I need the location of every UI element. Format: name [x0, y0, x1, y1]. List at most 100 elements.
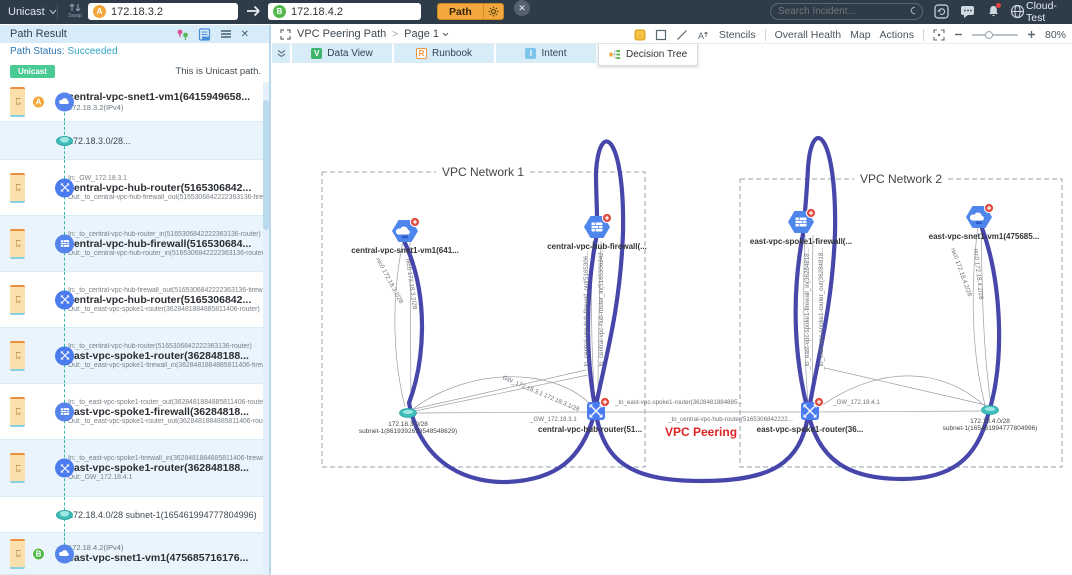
list-item[interactable]: L3 In:_to_central-vpc-hub-router_in(5165…: [0, 216, 269, 272]
hop-name: east-vpc-spoke1-router(362848188...: [68, 349, 249, 362]
log-icon[interactable]: [198, 27, 211, 41]
topology-canvas[interactable]: VPC Network 1 VPC Network 2 nic0 172.18.…: [272, 63, 1072, 575]
vpc1-title: VPC Network 1: [442, 165, 524, 179]
panel-scrollbar[interactable]: [263, 82, 269, 575]
layer-tag: L3: [10, 453, 25, 483]
page-selector[interactable]: Page 1: [404, 28, 449, 40]
app-window: Unicast Swap A B Path: [0, 0, 1072, 575]
layer-tag: L3: [10, 172, 25, 203]
svg-text:nic0 172.18.4.2/28: nic0 172.18.4.2/28: [949, 247, 973, 298]
path-status: Path Status: Succeeded: [0, 43, 269, 60]
chevron-down-icon: [442, 32, 449, 36]
path-result-panel: Path Result ✕ Path Status: Succeeded Uni…: [0, 25, 271, 575]
list-item[interactable]: L3 In:_to_east-vpc-spoke1-firewall_in(36…: [0, 440, 269, 497]
alert-plus-badge: [805, 207, 817, 219]
layer-tag: L3: [10, 340, 25, 371]
view-tabs: V Data View R Runbook I Intent Decision …: [272, 44, 1072, 66]
menu-icon[interactable]: [220, 29, 232, 39]
panel-title: Path Result: [10, 28, 67, 40]
stencils-button[interactable]: Stencils: [719, 29, 756, 41]
svg-text:_to_central-vpc-hub-router(516: _to_central-vpc-hub-router(5165306842222…: [667, 416, 793, 423]
router-icon: [55, 458, 74, 478]
breadcrumb[interactable]: VPC Peering Path: [297, 28, 386, 40]
list-item[interactable]: 172.18.4.0/28 subnet-1(16546199477780499…: [0, 497, 269, 533]
account-menu[interactable]: Cloud-Test: [1026, 0, 1072, 24]
alert-plus-badge: [983, 202, 995, 214]
search-icon[interactable]: [910, 6, 915, 17]
source-ip-input[interactable]: [111, 5, 221, 18]
actions-button[interactable]: Actions: [880, 29, 914, 41]
hop-name: central-vpc-hub-router(5165306842...: [68, 181, 252, 194]
note-tool-icon[interactable]: [634, 29, 646, 41]
tab-data-view[interactable]: V Data View: [292, 44, 392, 63]
endpoint-a-badge: A: [93, 5, 106, 18]
zoom-slider[interactable]: [971, 30, 1018, 39]
node-central-firewall[interactable]: central-vpc-hub-firewall(...: [547, 212, 647, 251]
layer-tag: L3: [10, 538, 25, 569]
zoom-level: 80%: [1044, 28, 1066, 41]
zoom-slider-knob[interactable]: [984, 30, 993, 39]
map-area: VPC Peering Path > Page 1 A Stencils Ove…: [272, 25, 1072, 575]
hop-name: 172.18.4.0/28 subnet-1(16546199477780499…: [68, 509, 257, 520]
toolbar-divider: [922, 28, 924, 41]
vpc2-title: VPC Network 2: [860, 172, 942, 186]
endpoint-a-badge: A: [32, 95, 45, 108]
collapse-tabs-button[interactable]: [272, 44, 290, 63]
toolbar-divider: [764, 28, 766, 41]
search-input[interactable]: [778, 6, 910, 17]
globe-icon[interactable]: [1010, 4, 1026, 20]
runbook-icon: R: [415, 48, 427, 59]
text-tool-icon[interactable]: A: [697, 29, 710, 41]
zoom-out-button[interactable]: [954, 30, 963, 39]
list-item[interactable]: L3 In:_to_east-vpc-spoke1-router_out(362…: [0, 384, 269, 440]
router-icon: [55, 346, 74, 365]
shape-tool-icon[interactable]: [655, 29, 667, 41]
incident-search: [770, 3, 923, 20]
hop-name: east-vpc-snet1-vm1(475685716176...: [68, 552, 249, 564]
refresh-icon[interactable]: [934, 4, 950, 20]
map-menu-button[interactable]: Map: [850, 29, 870, 41]
expand-icon[interactable]: [280, 28, 291, 40]
list-item[interactable]: L3 In:_GW_172.18.3.1 central-vpc-hub-rou…: [0, 160, 269, 216]
bell-icon[interactable]: [986, 3, 1002, 20]
close-path-bar-button[interactable]: ✕: [514, 0, 530, 16]
hop-name: 172.18.3.0/28...: [68, 135, 131, 146]
node-central-subnet[interactable]: 172.18.3.0/28 subnet-1(86193926935485486…: [359, 408, 457, 436]
route-pin-icon[interactable]: [176, 28, 189, 41]
account-name: Cloud-Test: [1026, 0, 1057, 24]
close-panel-icon[interactable]: ✕: [241, 29, 249, 40]
overall-health-button[interactable]: Overall Health: [775, 29, 842, 41]
svg-text:172.18.4.0/28: 172.18.4.0/28: [970, 418, 1010, 425]
list-item[interactable]: L3 In:_to_central-vpc-hub-firewall_out(5…: [0, 272, 269, 328]
node-east-vm[interactable]: east-vpc-snet1-vm1(475685...: [929, 202, 1040, 241]
list-item[interactable]: L3 In:_to_central-vpc-hub-router(5165306…: [0, 328, 269, 384]
run-path-button[interactable]: Path: [438, 4, 483, 19]
chat-icon[interactable]: [960, 4, 976, 20]
line-tool-icon[interactable]: [676, 29, 688, 41]
node-east-subnet[interactable]: 172.18.4.0/28 subnet-1(16546199477780499…: [943, 405, 1038, 433]
svg-text:central-vpc-hub-firewall(...: central-vpc-hub-firewall(...: [547, 242, 647, 251]
vm-icon: [55, 544, 74, 563]
path-button-group: Path: [437, 3, 504, 20]
zoom-in-button[interactable]: [1027, 30, 1036, 39]
node-central-vm[interactable]: central-vpc-snet1-vm1(641...: [351, 216, 459, 255]
list-item[interactable]: L3 B 172.18.4.2(IPv4) east-vpc-snet1-vm1…: [0, 533, 269, 575]
path-settings-button[interactable]: [482, 4, 503, 19]
endpoint-b-badge: B: [32, 547, 45, 560]
swap-button[interactable]: Swap: [64, 2, 86, 23]
list-item[interactable]: L3 A central-vpc-snet1-vm1(6415949658...…: [0, 82, 269, 122]
arrow-right-icon: [247, 5, 260, 17]
tab-decision-tree[interactable]: Decision Tree: [598, 44, 699, 66]
tab-runbook[interactable]: R Runbook: [394, 44, 494, 63]
path-mode-dropdown[interactable]: Unicast: [8, 0, 57, 24]
hop-out: Out:_GW_172.18.4.1: [68, 474, 133, 481]
path-status-value: Succeeded: [67, 46, 118, 57]
svg-text:east-vpc-snet1-vm1(475685...: east-vpc-snet1-vm1(475685...: [929, 232, 1040, 241]
svg-text:central-vpc-hub-router(51...: central-vpc-hub-router(51...: [538, 425, 642, 434]
destination-ip-box: B: [268, 3, 421, 20]
tab-intent[interactable]: I Intent: [496, 44, 596, 63]
list-item[interactable]: 172.18.3.0/28...: [0, 122, 269, 160]
fit-screen-icon[interactable]: [933, 28, 945, 41]
alert-plus-badge: [813, 396, 825, 408]
destination-ip-input[interactable]: [291, 5, 401, 18]
